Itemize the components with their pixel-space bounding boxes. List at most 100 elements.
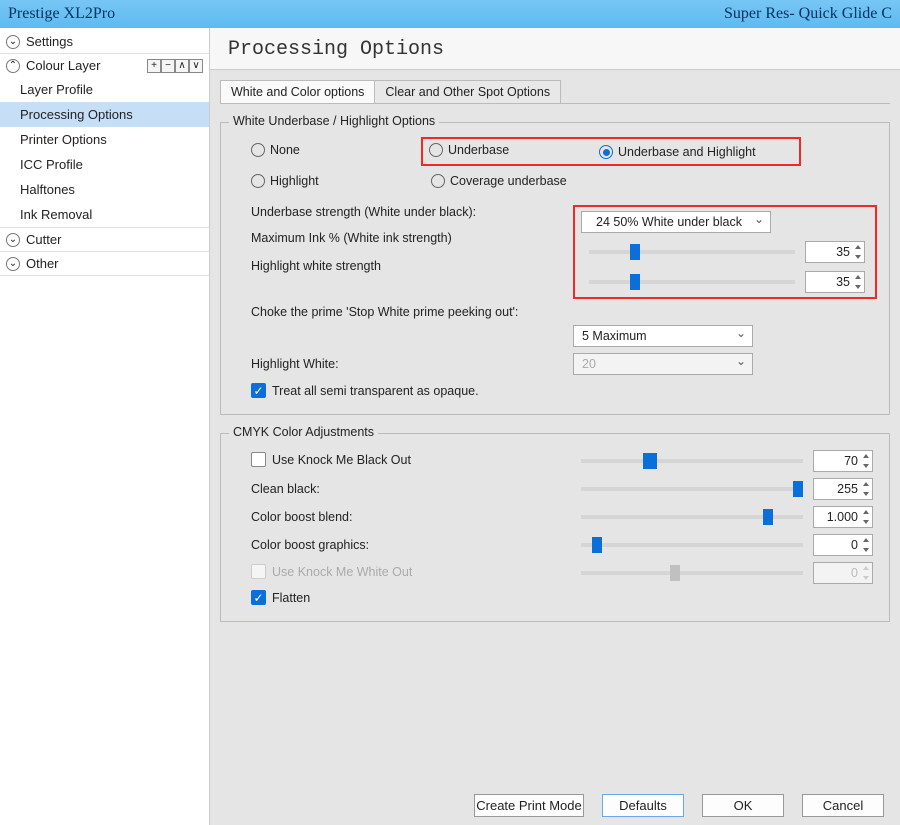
tab-clear-spot[interactable]: Clear and Other Spot Options (374, 80, 561, 103)
checkbox-label: Flatten (272, 591, 310, 605)
radio-label: Highlight (270, 174, 319, 188)
radio-label: None (270, 143, 300, 157)
radio-underbase[interactable]: Underbase (429, 143, 509, 157)
chevron-down-icon: ⌄ (6, 35, 20, 49)
label-underbase-strength: Underbase strength (White under black): (233, 205, 573, 219)
spin-max-ink[interactable]: 35 (805, 241, 865, 263)
check-icon (251, 564, 266, 579)
slider-thumb[interactable] (592, 537, 602, 553)
sidebar-item-icc-profile[interactable]: ICC Profile (0, 152, 209, 177)
slider-color-boost-graphics[interactable] (581, 543, 803, 547)
page-title: Processing Options (210, 28, 900, 70)
radio-icon (431, 174, 445, 188)
radio-highlight[interactable]: Highlight (251, 174, 319, 188)
spin-knock-black[interactable]: 70 (813, 450, 873, 472)
spin-highlight-white-strength[interactable]: 35 (805, 271, 865, 293)
down-icon[interactable]: ∨ (189, 59, 203, 73)
select-value: 5 Maximum (582, 329, 647, 343)
checkbox-flatten[interactable]: ✓ Flatten (251, 590, 310, 605)
select-value: 20 (582, 357, 596, 371)
slider-color-boost-blend[interactable] (581, 515, 803, 519)
sidebar-group-other[interactable]: ⌄ Other (0, 252, 209, 275)
sidebar-label: Colour Layer (26, 58, 100, 73)
slider-highlight-white-strength[interactable] (589, 280, 795, 284)
checkbox-label: Use Knock Me White Out (272, 565, 412, 579)
label-max-ink: Maximum Ink % (White ink strength) (233, 231, 573, 245)
radio-underbase-highlight[interactable]: Underbase and Highlight (599, 145, 756, 159)
label-color-boost-graphics: Color boost graphics: (233, 538, 573, 552)
up-icon[interactable]: ∧ (175, 59, 189, 73)
check-icon: ✓ (251, 590, 266, 605)
chevron-down-icon: ⌄ (6, 257, 20, 271)
tab-white-color[interactable]: White and Color options (220, 80, 375, 103)
defaults-button[interactable]: Defaults (602, 794, 684, 817)
radio-icon (599, 145, 613, 159)
title-right: Super Res- Quick Glide C (724, 5, 892, 23)
sidebar-item-printer-options[interactable]: Printer Options (0, 127, 209, 152)
radio-label: Underbase and Highlight (618, 145, 756, 159)
sidebar-group-settings[interactable]: ⌄ Settings (0, 30, 209, 53)
spin-knock-white: 0 (813, 562, 873, 584)
select-underbase-strength[interactable]: 24 50% White under black (581, 211, 771, 233)
slider-knock-white (581, 571, 803, 575)
label-choke: Choke the prime 'Stop White prime peekin… (233, 305, 573, 319)
slider-thumb[interactable] (630, 274, 640, 290)
group-white-underbase: White Underbase / Highlight Options None (220, 122, 890, 415)
slider-thumb[interactable] (630, 244, 640, 260)
radio-icon (429, 143, 443, 157)
highlight-box-2: 24 50% White under black 35 (573, 205, 877, 299)
sidebar-label: Settings (26, 34, 73, 49)
footer: Create Print Mode Defaults OK Cancel (210, 786, 900, 825)
slider-thumb[interactable] (793, 481, 803, 497)
spin-color-boost-blend[interactable]: 1.000 (813, 506, 873, 528)
checkbox-knock-white: Use Knock Me White Out (251, 564, 412, 579)
highlight-box-1: Underbase Underbase and Highlight (421, 137, 801, 166)
select-choke[interactable]: 5 Maximum (573, 325, 753, 347)
checkbox-knock-black[interactable]: Use Knock Me Black Out (251, 452, 411, 467)
app-title: Prestige XL2Pro (8, 5, 115, 23)
slider-thumb[interactable] (643, 453, 657, 469)
radio-label: Coverage underbase (450, 174, 567, 188)
slider-thumb[interactable] (763, 509, 773, 525)
radio-label: Underbase (448, 143, 509, 157)
radio-none[interactable]: None (251, 143, 300, 157)
radio-icon (251, 143, 265, 157)
ok-button[interactable]: OK (702, 794, 784, 817)
group-cmyk: CMYK Color Adjustments Use Knock Me Blac… (220, 433, 890, 622)
select-value: 24 50% White under black (596, 215, 742, 229)
spin-clean-black[interactable]: 255 (813, 478, 873, 500)
minus-icon[interactable]: − (161, 59, 175, 73)
label-color-boost-blend: Color boost blend: (233, 510, 573, 524)
sidebar-item-processing-options[interactable]: Processing Options (0, 102, 209, 127)
sidebar-item-layer-profile[interactable]: Layer Profile (0, 77, 209, 102)
sidebar-group-cutter[interactable]: ⌄ Cutter (0, 228, 209, 251)
sidebar-group-colour-layer[interactable]: ⌃ Colour Layer + − ∧ ∨ (0, 54, 209, 77)
plus-icon[interactable]: + (147, 59, 161, 73)
sidebar-label: Other (26, 256, 59, 271)
check-icon (251, 452, 266, 467)
radio-coverage[interactable]: Coverage underbase (431, 174, 567, 188)
sidebar: ⌄ Settings ⌃ Colour Layer + − ∧ ∨ Layer … (0, 28, 210, 825)
title-bar: Prestige XL2Pro Super Res- Quick Glide C (0, 0, 900, 28)
cancel-button[interactable]: Cancel (802, 794, 884, 817)
sidebar-item-ink-removal[interactable]: Ink Removal (0, 202, 209, 227)
sidebar-item-halftones[interactable]: Halftones (0, 177, 209, 202)
slider-thumb (670, 565, 680, 581)
group-title: White Underbase / Highlight Options (229, 114, 439, 128)
slider-clean-black[interactable] (581, 487, 803, 491)
slider-max-ink[interactable] (589, 250, 795, 254)
spin-color-boost-graphics[interactable]: 0 (813, 534, 873, 556)
group-title: CMYK Color Adjustments (229, 425, 378, 439)
checkbox-treat-opaque[interactable]: ✓ Treat all semi transparent as opaque. (251, 383, 479, 398)
radio-icon (251, 174, 265, 188)
check-icon: ✓ (251, 383, 266, 398)
slider-knock-black[interactable] (581, 459, 803, 463)
create-print-mode-button[interactable]: Create Print Mode (474, 794, 584, 817)
chevron-up-icon: ⌃ (6, 59, 20, 73)
label-highlight-white-strength: Highlight white strength (233, 259, 573, 273)
label-highlight-white: Highlight White: (233, 357, 573, 371)
sidebar-label: Cutter (26, 232, 61, 247)
select-highlight-white: 20 (573, 353, 753, 375)
checkbox-label: Treat all semi transparent as opaque. (272, 384, 479, 398)
checkbox-label: Use Knock Me Black Out (272, 453, 411, 467)
